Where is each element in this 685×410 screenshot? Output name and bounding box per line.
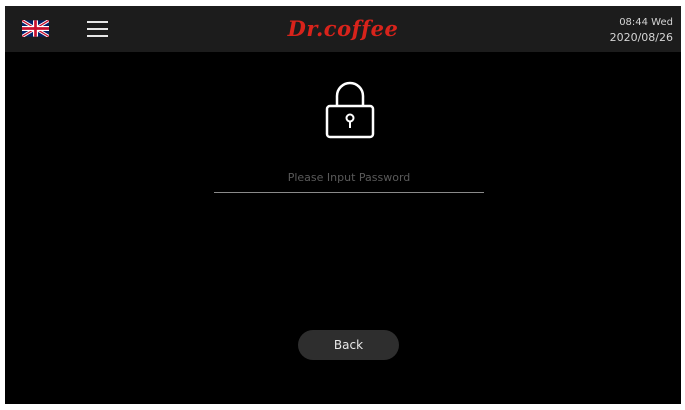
clock: 08:44 Wed 2020/08/26 [610, 15, 673, 45]
brand-logo: Dr.coffee [287, 16, 399, 41]
uk-flag-icon[interactable] [22, 20, 49, 37]
top-bar: Dr.coffee 08:44 Wed 2020/08/26 [5, 6, 681, 52]
hamburger-menu-icon[interactable] [87, 20, 108, 37]
touch-screen: Dr.coffee 08:44 Wed 2020/08/26 Back [5, 6, 681, 404]
padlock-icon [325, 81, 375, 139]
clock-time: 08:44 Wed [619, 17, 673, 28]
back-button[interactable]: Back [298, 330, 399, 360]
clock-date: 2020/08/26 [609, 31, 673, 44]
password-input[interactable] [214, 162, 484, 193]
